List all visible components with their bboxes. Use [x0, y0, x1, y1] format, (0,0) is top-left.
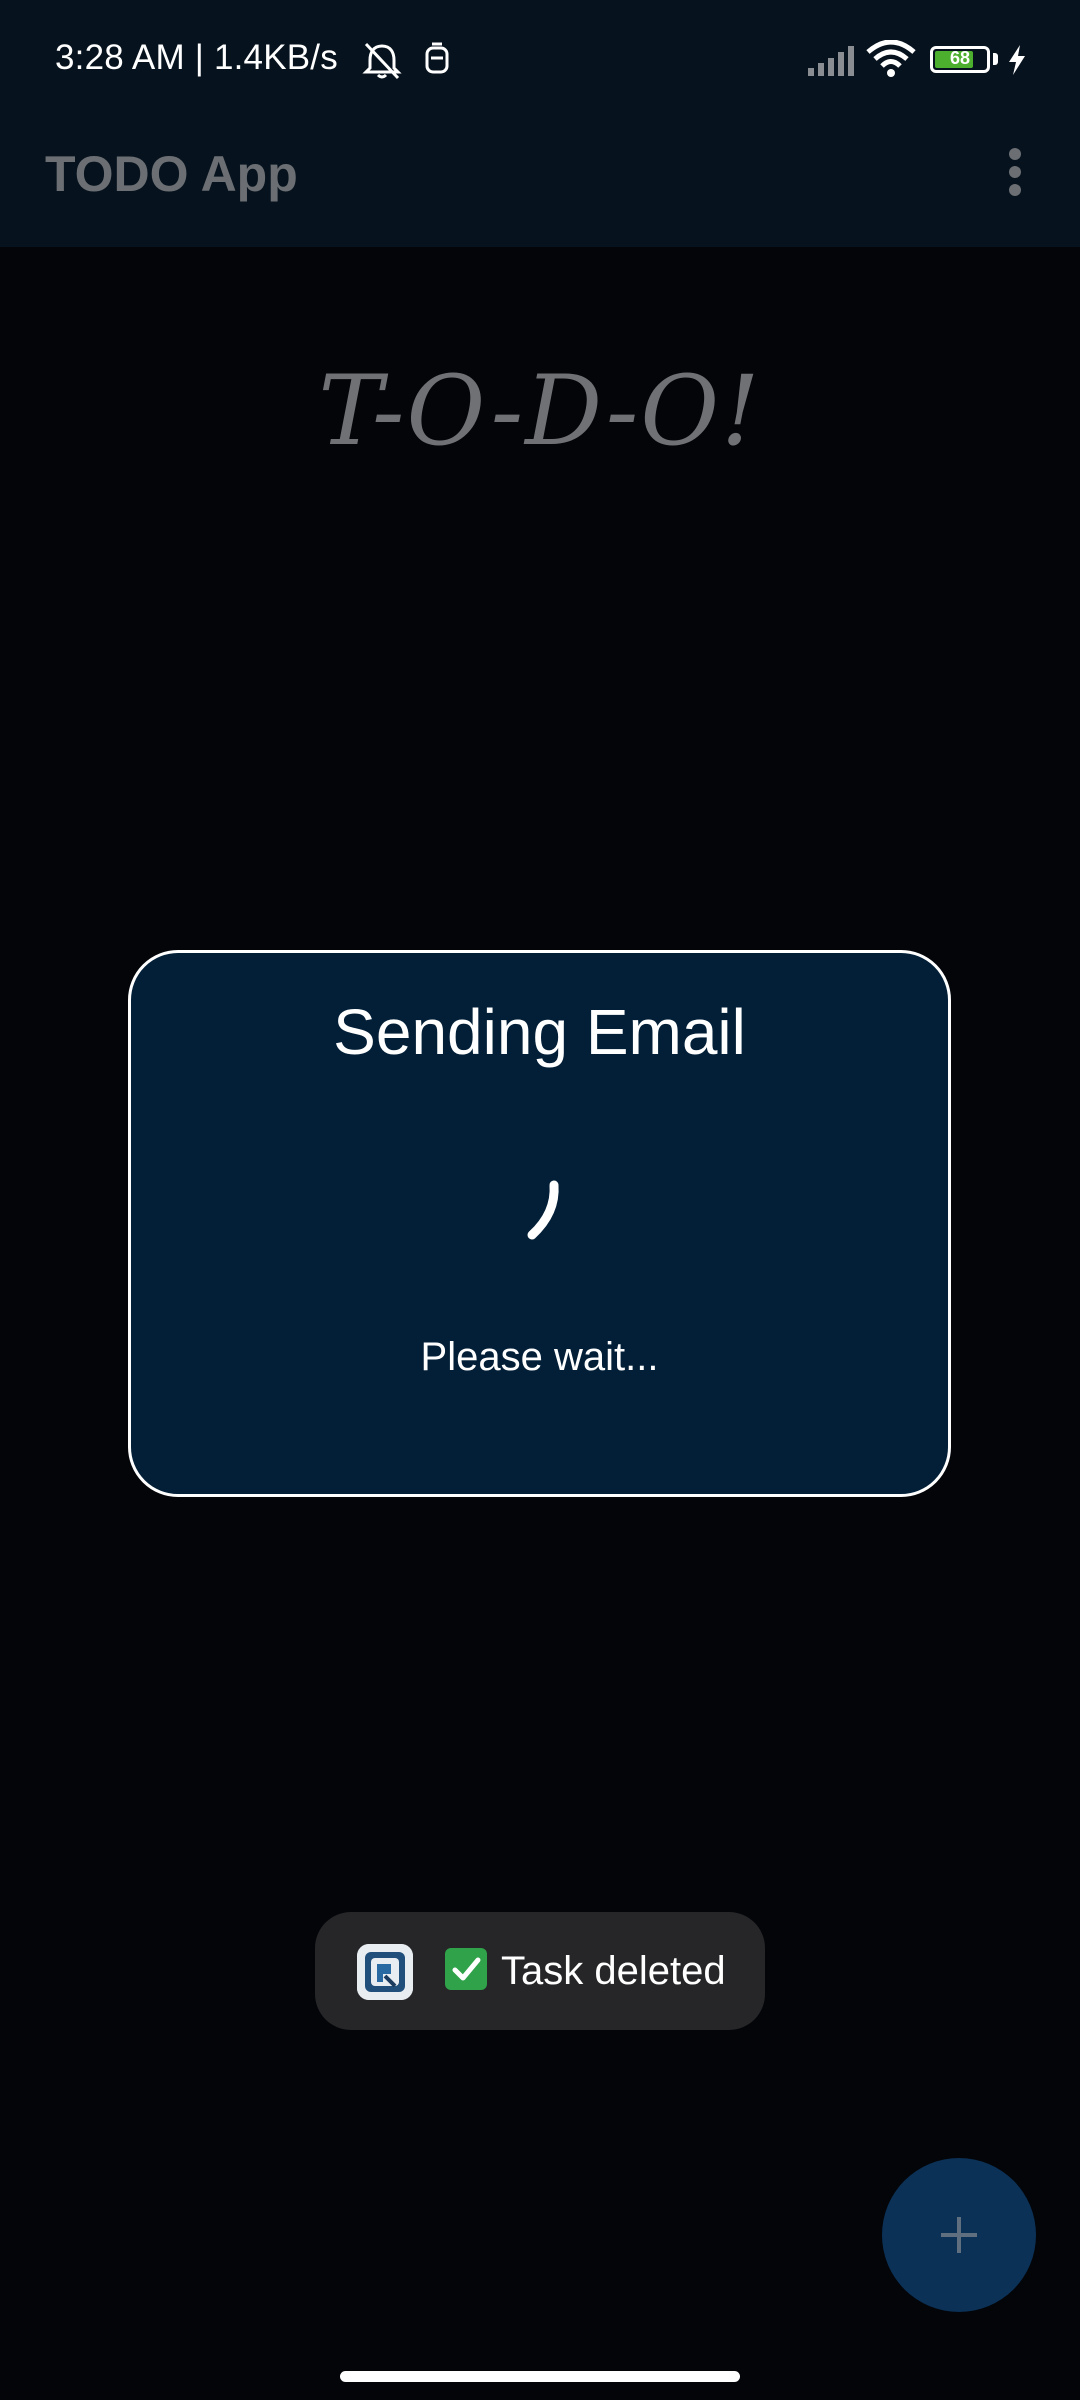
app-icon	[357, 1944, 413, 2000]
toast-message: Task deleted	[445, 1948, 726, 1994]
app-bar: 3:28 AM | 1.4KB/s 68 TODO App	[0, 0, 1080, 247]
battery-level: 68	[949, 48, 971, 68]
add-task-button[interactable]	[882, 2158, 1036, 2312]
check-mark-icon	[445, 1948, 487, 1990]
todo-logo: T-O-D-O!	[318, 355, 762, 467]
charging-icon	[1009, 45, 1025, 75]
gesture-nav-handle[interactable]	[340, 2371, 740, 2382]
sending-email-dialog: Sending Email Please wait...	[128, 950, 951, 1497]
dialog-title: Sending Email	[333, 996, 746, 1068]
toast: Task deleted	[315, 1912, 765, 2030]
mute-notifications-icon	[362, 42, 402, 80]
todo-app-screen: 3:28 AM | 1.4KB/s 68 TODO App T-O-D-O! S…	[0, 0, 1080, 2400]
loading-spinner	[527, 1180, 559, 1240]
cellular-signal-icon	[808, 46, 854, 76]
wifi-icon	[866, 40, 916, 77]
app-notification-icon	[425, 42, 449, 74]
toast-text: Task deleted	[501, 1949, 726, 1993]
toolbar-title: TODO App	[45, 146, 298, 202]
dialog-message: Please wait...	[420, 1335, 659, 1379]
battery-icon: 68	[930, 46, 990, 73]
status-time: 3:28 AM | 1.4KB/s	[55, 38, 338, 77]
battery-tip	[993, 53, 998, 65]
plus-icon	[941, 2217, 977, 2253]
status-bar: 3:28 AM | 1.4KB/s 68	[0, 0, 1080, 120]
more-vert-icon[interactable]	[995, 142, 1035, 202]
